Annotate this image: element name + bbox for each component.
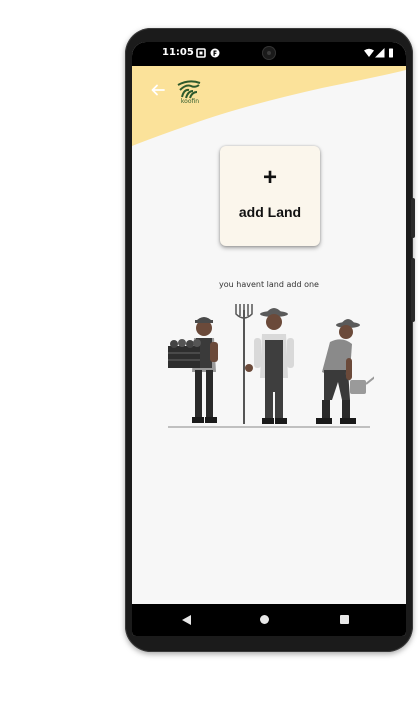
home-circle-icon[interactable] — [260, 615, 269, 624]
wifi-icon — [364, 48, 374, 57]
add-land-label: add Land — [238, 204, 302, 220]
battery-icon — [389, 48, 393, 58]
cell-signal-icon — [375, 48, 385, 58]
empty-state-message: you havent land add one — [219, 280, 319, 289]
farmer-with-crate — [168, 317, 218, 423]
plus-icon: + — [262, 164, 277, 191]
app-status-icon — [210, 48, 220, 58]
recents-square-icon[interactable] — [340, 615, 349, 624]
power-button — [411, 198, 415, 238]
notification-square-icon — [196, 48, 206, 58]
arrow-left-icon — [151, 84, 165, 96]
app-screen: 11:05 koofin + add Land you havent land … — [132, 42, 406, 636]
volume-button — [411, 258, 415, 322]
phone-frame: 11:05 koofin + add Land you havent land … — [125, 28, 415, 652]
back-button[interactable] — [148, 80, 168, 100]
system-navigation-bar — [132, 604, 406, 636]
logo-text: koofin — [180, 98, 200, 105]
back-triangle-icon[interactable] — [182, 615, 191, 625]
front-camera — [262, 46, 276, 60]
status-time: 11:05 — [162, 47, 194, 58]
farmer-with-watering-can — [316, 319, 374, 424]
farmers-illustration — [168, 304, 374, 428]
farmer-with-pitchfork — [235, 304, 294, 424]
add-land-button[interactable]: + add Land — [220, 146, 320, 246]
status-bar: 11:05 — [132, 42, 406, 66]
